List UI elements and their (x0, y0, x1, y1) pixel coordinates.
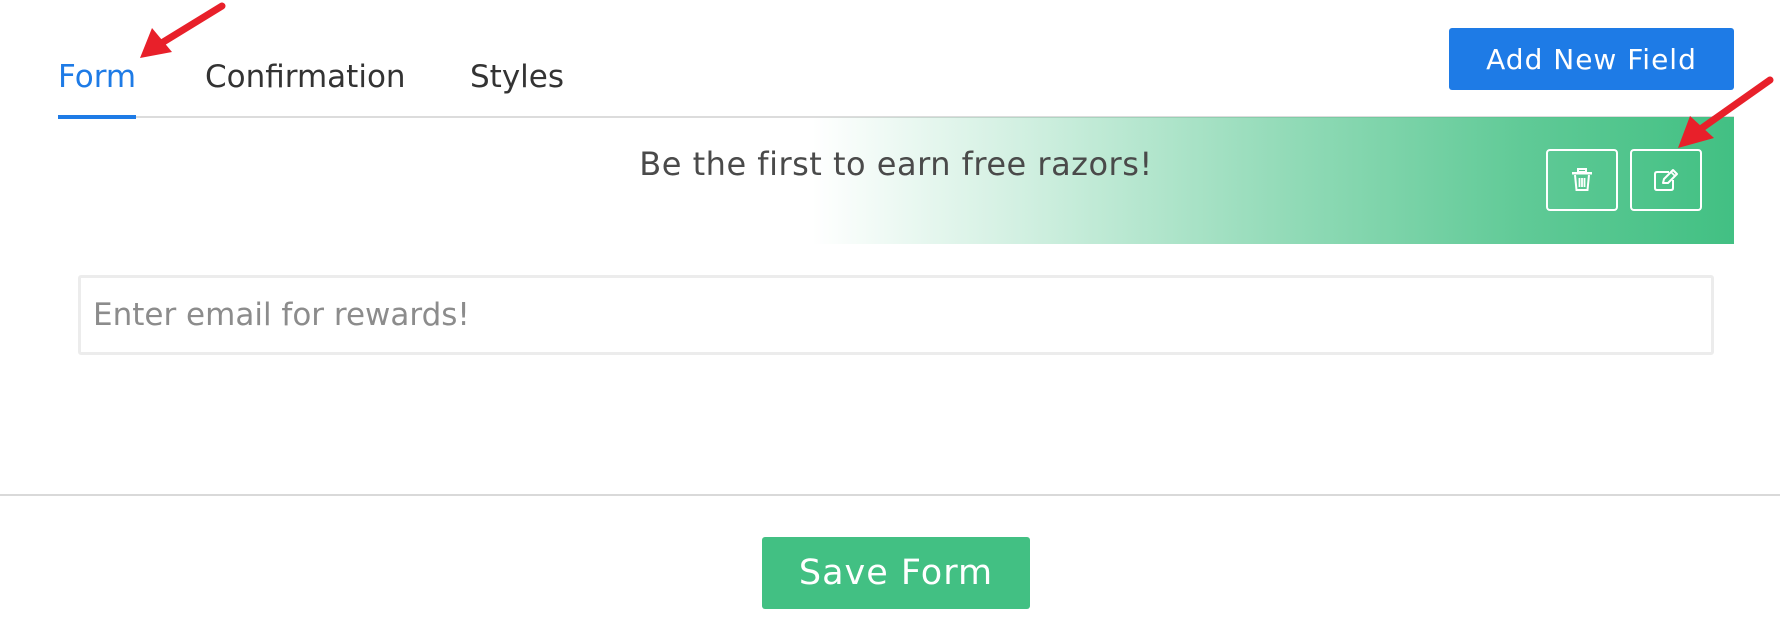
tab-styles[interactable]: Styles (470, 52, 564, 116)
form-editor: Form Confirmation Styles Add New Field B… (0, 0, 1780, 642)
email-input[interactable] (78, 275, 1714, 355)
tab-form[interactable]: Form (58, 52, 137, 119)
field-header-text: Be the first to earn free razors! (639, 145, 1153, 183)
add-new-field-button[interactable]: Add New Field (1449, 28, 1734, 90)
save-form-button[interactable]: Save Form (762, 537, 1030, 609)
trash-icon (1571, 168, 1593, 192)
delete-field-button[interactable] (1546, 149, 1618, 211)
tab-confirmation[interactable]: Confirmation (205, 52, 406, 116)
edit-icon (1653, 168, 1679, 192)
edit-field-button[interactable] (1630, 149, 1702, 211)
form-field-header: Be the first to earn free razors! (58, 117, 1734, 244)
footer-divider (0, 494, 1780, 496)
